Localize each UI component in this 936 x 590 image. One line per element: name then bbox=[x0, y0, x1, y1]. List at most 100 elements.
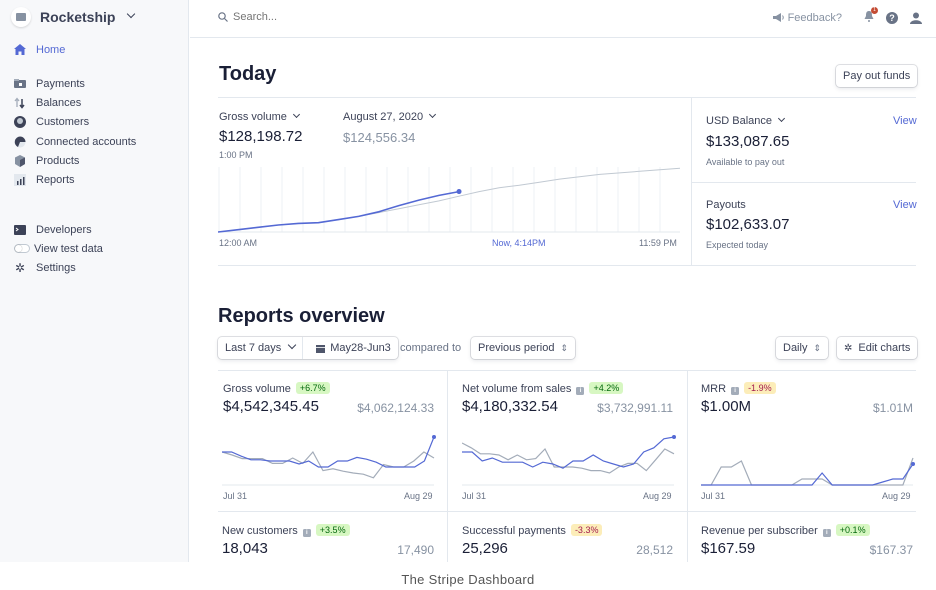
axis-end: Aug 29 bbox=[404, 491, 433, 501]
series-line-previous bbox=[701, 457, 914, 486]
updown-icon: ⇕ bbox=[560, 342, 568, 353]
card-value: 25,296 bbox=[462, 540, 508, 557]
change-badge: +3.5% bbox=[315, 524, 350, 536]
info-icon[interactable]: i bbox=[302, 529, 311, 537]
card-label: Gross volume bbox=[223, 383, 291, 395]
comparison-label: Previous period bbox=[478, 342, 555, 354]
top-actions: Feedback? 1 ? bbox=[772, 7, 922, 25]
account-icon[interactable] bbox=[910, 12, 922, 24]
sidebar-item-label: Balances bbox=[36, 96, 82, 109]
brand-name: Rocketship bbox=[40, 9, 116, 25]
payments-icon bbox=[14, 78, 26, 90]
sidebar-item-connected-accounts[interactable]: Connected accounts bbox=[14, 132, 136, 151]
card-label: MRR bbox=[701, 383, 727, 395]
compare-date-selector[interactable]: August 27, 2020 bbox=[343, 110, 437, 123]
divider bbox=[692, 182, 916, 183]
account-switcher[interactable]: Rocketship bbox=[11, 7, 136, 27]
sidebar-item-settings[interactable]: ✲ Settings bbox=[14, 259, 103, 278]
view-payouts-link[interactable]: View bbox=[893, 199, 917, 211]
feedback-button[interactable]: Feedback? bbox=[772, 12, 842, 24]
sidebar-item-label: Developers bbox=[36, 223, 92, 236]
comparison-select[interactable]: Previous period ⇕ bbox=[471, 337, 575, 359]
sidebar-item-view-test-data[interactable]: View test data bbox=[14, 239, 103, 258]
gear-icon: ✲ bbox=[844, 342, 853, 354]
series-line-current bbox=[701, 463, 914, 486]
series-line-previous bbox=[222, 450, 435, 479]
sidebar-item-customers[interactable]: Customers bbox=[14, 113, 136, 132]
search-icon bbox=[218, 12, 228, 22]
axis-end: Aug 29 bbox=[882, 491, 911, 501]
series-line-current bbox=[222, 436, 435, 468]
chevron-down-icon bbox=[778, 114, 786, 123]
info-icon[interactable]: i bbox=[731, 387, 740, 395]
gear-icon: ✲ bbox=[14, 261, 26, 276]
sidebar-item-payments[interactable]: Payments bbox=[14, 74, 136, 93]
search-input[interactable] bbox=[233, 11, 353, 23]
search-bar[interactable] bbox=[218, 11, 353, 23]
reports-title: Reports overview bbox=[218, 305, 385, 327]
updown-icon: ⇕ bbox=[813, 342, 821, 353]
change-badge: -1.9% bbox=[744, 382, 776, 394]
card-prev-value: $167.37 bbox=[869, 543, 913, 557]
view-balance-link[interactable]: View bbox=[893, 115, 917, 127]
divider bbox=[218, 511, 916, 512]
balance-label: USD Balance bbox=[706, 115, 773, 127]
series-line-comparison bbox=[218, 167, 680, 233]
interval-label: Daily bbox=[783, 342, 808, 354]
divider bbox=[692, 265, 916, 266]
connected-accounts-icon bbox=[14, 136, 26, 148]
sidebar-item-label: Reports bbox=[36, 174, 75, 187]
divider bbox=[218, 265, 692, 266]
card-label: Net volume from sales bbox=[462, 383, 572, 395]
products-icon bbox=[14, 154, 26, 167]
reports-icon bbox=[14, 174, 26, 187]
info-icon[interactable]: i bbox=[576, 387, 585, 395]
divider bbox=[447, 371, 448, 562]
edit-charts-button[interactable]: ✲ Edit charts bbox=[837, 337, 918, 359]
axis-start: 12:00 AM bbox=[219, 238, 258, 248]
interval-select[interactable]: Daily ⇕ bbox=[776, 337, 828, 359]
divider bbox=[218, 97, 916, 98]
axis-end: Aug 29 bbox=[643, 491, 672, 501]
card-value: $4,180,332.54 bbox=[462, 398, 558, 415]
current-point bbox=[911, 462, 915, 466]
axis-end: 11:59 PM bbox=[639, 238, 677, 248]
mrr-sparkline bbox=[701, 457, 915, 486]
payouts-sub: Expected today bbox=[706, 240, 769, 250]
home-icon bbox=[14, 44, 26, 56]
divider bbox=[218, 370, 916, 371]
pay-out-funds-button[interactable]: Pay out funds bbox=[836, 65, 918, 87]
caption: The Stripe Dashboard bbox=[401, 572, 535, 587]
sidebar-item-products[interactable]: Products bbox=[14, 151, 136, 170]
axis-start: Jul 31 bbox=[701, 491, 726, 501]
megaphone-icon bbox=[772, 13, 784, 22]
notifications-button[interactable]: 1 bbox=[864, 7, 878, 25]
help-icon[interactable]: ? bbox=[886, 11, 898, 24]
payouts-value: $102,633.07 bbox=[706, 216, 790, 233]
range-select[interactable]: Last 7 days bbox=[218, 337, 304, 359]
test-data-toggle[interactable] bbox=[14, 244, 30, 254]
top-bar: Feedback? 1 ? bbox=[190, 0, 936, 38]
gross-volume-selector[interactable]: Gross volume bbox=[219, 110, 300, 123]
sidebar-item-developers[interactable]: Developers bbox=[14, 220, 103, 239]
chevron-down-icon bbox=[127, 9, 136, 19]
sidebar-item-label: Settings bbox=[36, 262, 76, 275]
card-prev-value: $1.01M bbox=[872, 401, 913, 415]
chevron-down-icon bbox=[292, 110, 300, 119]
sidebar-item-balances[interactable]: Balances bbox=[14, 93, 136, 112]
sidebar-item-home[interactable]: Home bbox=[14, 40, 65, 59]
date-range-group: Last 7 days May28-Jun3 bbox=[218, 337, 398, 359]
sidebar-item-label: Payments bbox=[36, 77, 85, 90]
info-icon[interactable]: i bbox=[822, 529, 831, 537]
svg-text:?: ? bbox=[889, 13, 895, 23]
date-picker[interactable]: May28-Jun3 bbox=[309, 342, 398, 354]
current-point bbox=[432, 435, 436, 439]
chevron-down-icon bbox=[288, 340, 297, 350]
calendar-icon bbox=[316, 344, 326, 353]
balance-selector[interactable]: USD Balance bbox=[706, 114, 786, 127]
sidebar-item-reports[interactable]: Reports bbox=[14, 170, 136, 189]
net-volume-sparkline bbox=[462, 435, 676, 486]
card-prev-value: 17,490 bbox=[397, 543, 434, 557]
balances-icon bbox=[14, 97, 26, 109]
card-value: 18,043 bbox=[222, 540, 268, 557]
